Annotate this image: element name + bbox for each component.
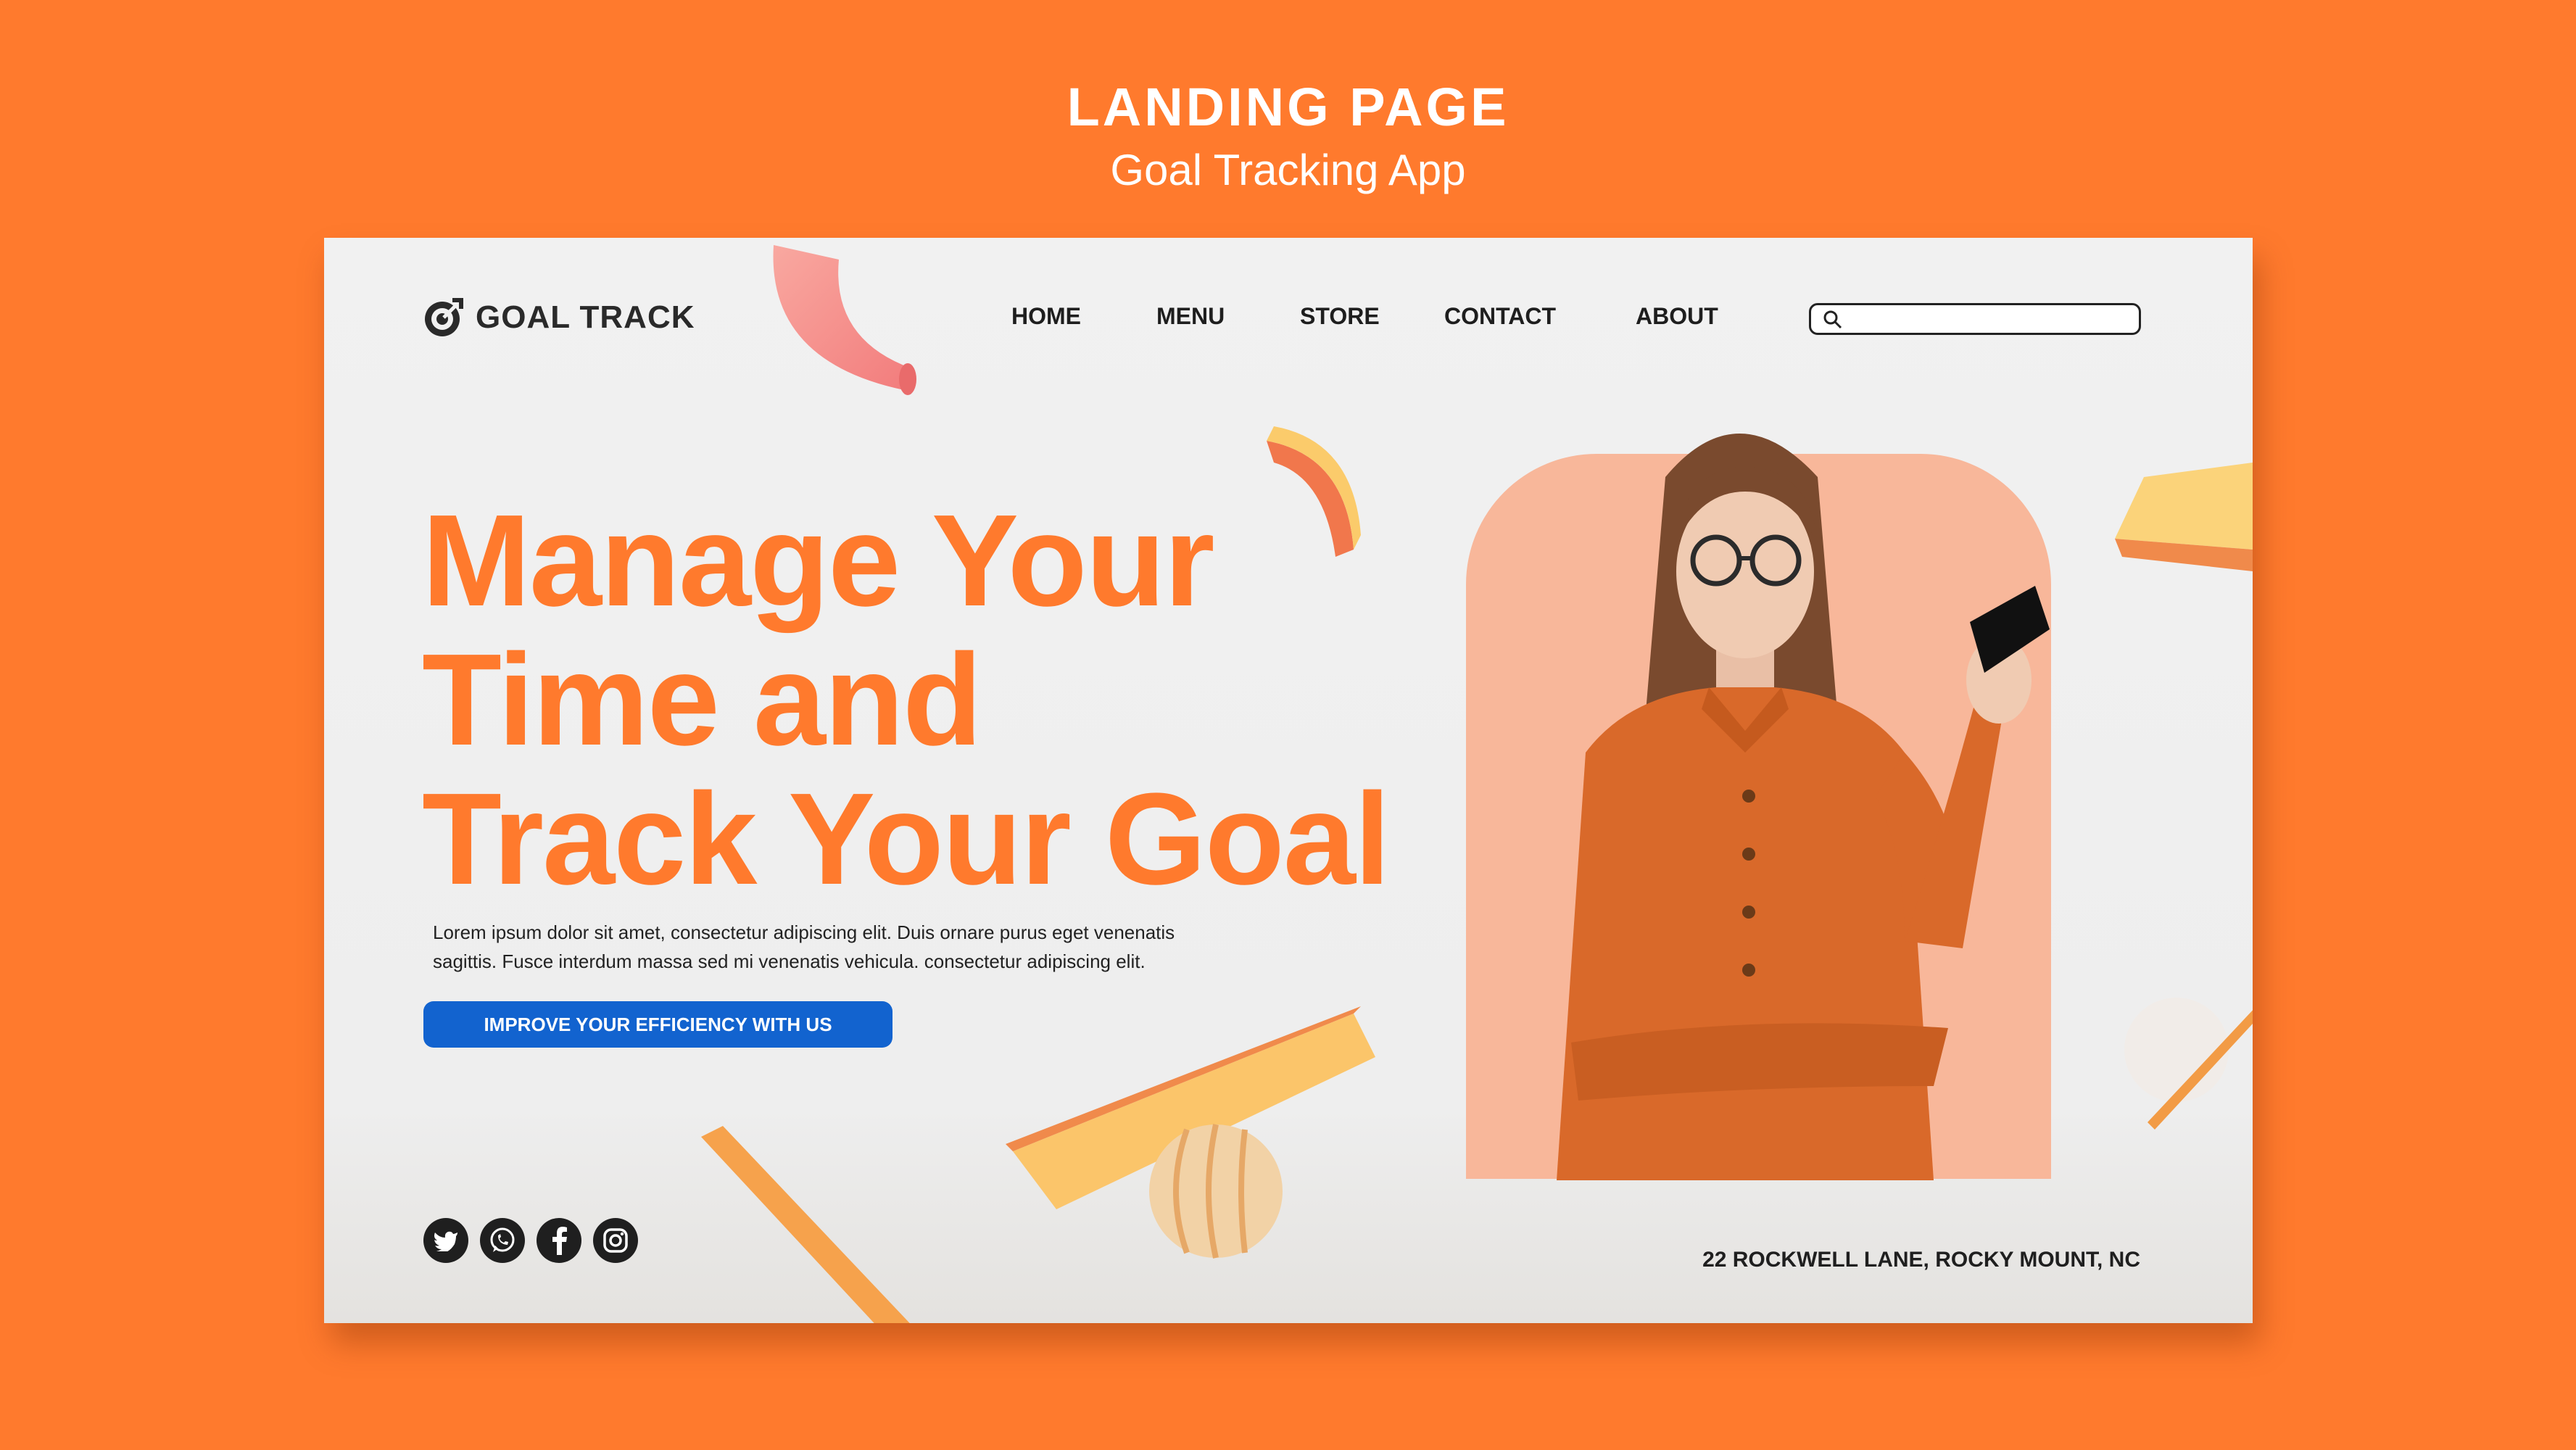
person-photo xyxy=(1557,434,2050,1180)
search-bar[interactable] xyxy=(1809,303,2141,335)
yellow-block-shape xyxy=(2115,463,2253,571)
description-line: sagittis. Fusce interdum massa sed mi ve… xyxy=(433,950,1146,972)
headline-line: Time and xyxy=(422,627,982,773)
address: 22 ROCKWELL LANE, ROCKY MOUNT, NC xyxy=(1702,1248,2140,1272)
whatsapp-icon xyxy=(490,1227,515,1252)
nav-contact[interactable]: CONTACT xyxy=(1444,303,1556,330)
search-input[interactable] xyxy=(1850,308,2136,331)
cta-button[interactable]: IMPROVE YOUR EFFICIENCY WITH US xyxy=(423,1001,893,1048)
social-links xyxy=(423,1218,638,1263)
headline-line: Track Your Goal xyxy=(422,766,1391,912)
nav-store[interactable]: STORE xyxy=(1300,303,1380,330)
banner-subtitle: Goal Tracking App xyxy=(1110,146,1466,194)
logo[interactable]: GOAL TRACK xyxy=(422,292,695,343)
nav-home[interactable]: HOME xyxy=(1011,303,1081,330)
twitter-link[interactable] xyxy=(423,1218,468,1263)
striped-ball-shape xyxy=(1149,1124,1283,1259)
twitter-icon xyxy=(433,1231,457,1251)
landing-page-card: GOAL TRACK HOME MENU STORE CONTACT ABOUT… xyxy=(324,238,2253,1323)
pink-arch-shape xyxy=(773,245,916,395)
target-icon xyxy=(425,298,463,336)
instagram-link[interactable] xyxy=(593,1218,638,1263)
banner-title: LANDING PAGE xyxy=(1067,77,1509,137)
facebook-icon xyxy=(552,1227,567,1255)
whatsapp-link[interactable] xyxy=(480,1218,525,1263)
nav-about[interactable]: ABOUT xyxy=(1636,303,1718,330)
orange-stick-shape xyxy=(701,1126,910,1323)
logo-text: GOAL TRACK xyxy=(476,299,695,335)
hero-headline: Manage Your Time and Track Your Goal xyxy=(422,488,1391,912)
hero-description: Lorem ipsum dolor sit amet, consectetur … xyxy=(433,918,1194,976)
white-ball-shape xyxy=(2124,998,2253,1130)
search-icon xyxy=(1823,310,1842,329)
nav-menu[interactable]: MENU xyxy=(1156,303,1225,330)
instagram-icon xyxy=(603,1228,628,1253)
headline-line: Manage Your xyxy=(422,488,1215,634)
description-line: Lorem ipsum dolor sit amet, consectetur … xyxy=(433,921,1175,943)
facebook-link[interactable] xyxy=(537,1218,581,1263)
